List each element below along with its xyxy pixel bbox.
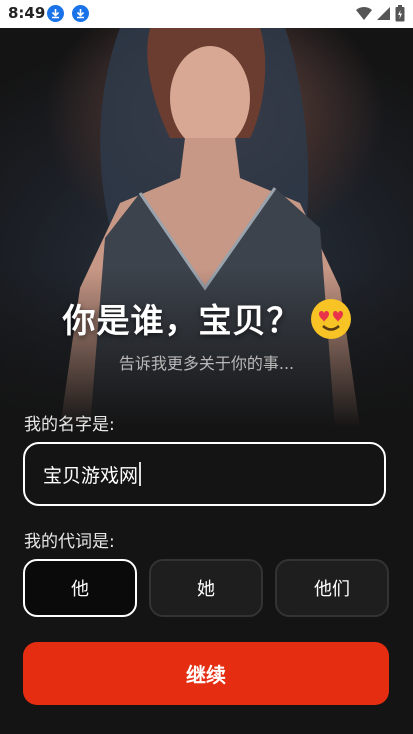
name-field[interactable]: 宝贝游戏网 — [23, 442, 386, 506]
signal-icon — [377, 7, 390, 20]
hero-image: 你是谁，宝贝？ 告诉我更多关于你的事... — [0, 28, 413, 428]
page-title: 你是谁，宝贝？ — [0, 294, 413, 342]
page-subtitle: 告诉我更多关于你的事... — [118, 354, 295, 373]
status-bar: 8:49 — [0, 0, 413, 28]
wifi-icon — [356, 6, 372, 20]
name-input[interactable]: 宝贝游戏网 — [43, 461, 138, 488]
heart-eyes-emoji — [310, 299, 351, 339]
battery-icon — [395, 5, 405, 22]
hero-fade — [0, 268, 413, 428]
pronoun-label: 我的代词是: — [24, 532, 115, 552]
pronoun-option-he[interactable]: 他 — [23, 559, 137, 617]
name-label: 我的名字是: — [24, 415, 115, 435]
continue-button[interactable]: 继续 — [23, 642, 389, 705]
download-icon — [72, 5, 89, 22]
text-caret — [139, 462, 142, 486]
pronoun-option-she[interactable]: 她 — [149, 559, 263, 617]
pronoun-option-they[interactable]: 他们 — [275, 559, 389, 617]
status-time: 8:49 — [8, 4, 46, 22]
download-icon — [47, 5, 64, 22]
